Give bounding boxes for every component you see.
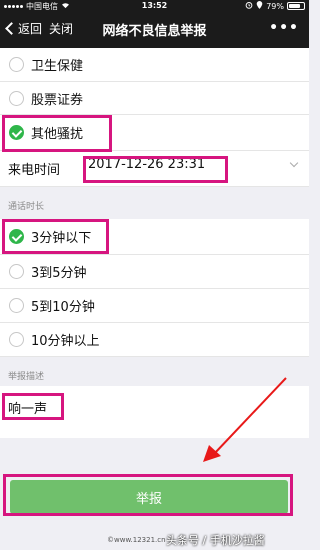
page-title: 网络不良信息举报: [102, 24, 207, 39]
watermark: ©www.12321.cn 头条号 / 手机沙拉酱: [0, 528, 309, 550]
more-icon[interactable]: •••: [269, 20, 299, 36]
watermark-source: 头条号 / 手机沙拉酱: [166, 534, 265, 547]
status-bar: 中国电信 13:52 79%: [0, 0, 309, 12]
battery-percent: 79%: [266, 1, 284, 11]
battery-icon: [287, 2, 305, 10]
nav-bar: 返回 关闭 网络不良信息举报 •••: [0, 12, 309, 48]
watermark-url: ©www.12321.cn: [107, 536, 166, 544]
arrow-annotation-icon: [203, 377, 287, 462]
submit-button[interactable]: 举报: [10, 480, 288, 514]
location-icon: [256, 1, 263, 11]
alarm-icon: [245, 1, 253, 11]
report-form: 卫生保健 股票证券 其他骚扰 来电时间 2017-12-26 23:31 通话时…: [0, 48, 309, 550]
